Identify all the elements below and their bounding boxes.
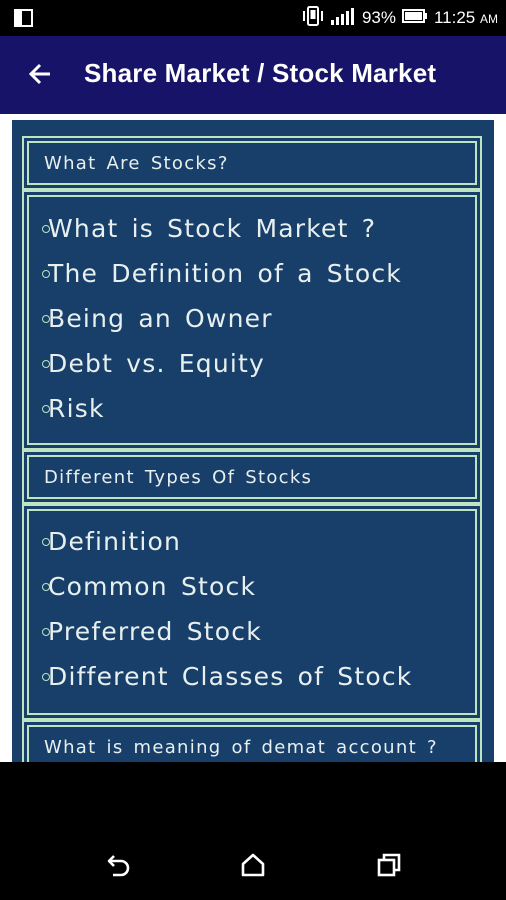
content-area[interactable]: What Are Stocks? What is Stock Market ? … [0, 114, 506, 762]
recents-icon[interactable] [376, 852, 402, 882]
bullet-icon [42, 360, 50, 368]
topic-item-debt-vs-equity[interactable]: Debt vs. Equity [42, 342, 266, 386]
topic-item-being-an-owner[interactable]: Being an Owner [42, 297, 273, 341]
topic-item-label: Risk [48, 394, 105, 423]
battery-percent: 93% [361, 8, 396, 27]
topic-item-different-classes-of-stock[interactable]: Different Classes of Stock [42, 655, 413, 699]
status-bar: 93% 11:25 AM [0, 0, 506, 36]
navigation-bar [0, 762, 506, 900]
page-title: Share Market / Stock Market [84, 58, 437, 88]
topic-item-label: What is Stock Market ? [48, 214, 377, 243]
clock-time: 11:25 [433, 8, 476, 27]
section-list-what-are-stocks: What is Stock Market ? The Definition of… [22, 190, 482, 450]
bullet-icon [42, 315, 50, 323]
notification-icon [14, 9, 34, 32]
section-header-different-types-of-stocks[interactable]: Different Types Of Stocks [22, 450, 482, 504]
bullet-icon [42, 673, 50, 681]
app-bar: Share Market / Stock Market [0, 36, 506, 114]
section-header-text: Different Types Of Stocks [44, 467, 313, 488]
bullet-icon [42, 225, 50, 233]
topics-panel: What Are Stocks? What is Stock Market ? … [12, 120, 494, 762]
back-icon[interactable] [106, 852, 132, 882]
topic-item-label: Preferred Stock [48, 617, 262, 646]
topic-item-definition-of-stock[interactable]: The Definition of a Stock [42, 252, 402, 296]
section-list-different-types-of-stocks: Definition Common Stock Preferred Stock … [22, 504, 482, 720]
topic-item-definition[interactable]: Definition [42, 520, 182, 564]
topic-item-risk[interactable]: Risk [42, 387, 105, 431]
topic-item-label: Being an Owner [48, 304, 273, 333]
bullet-icon [42, 538, 50, 546]
section-header-demat-account[interactable]: What is meaning of demat account ? [22, 720, 482, 762]
vibrate-icon [302, 5, 324, 31]
clock: 11:25 AM [434, 8, 498, 28]
bullet-icon [42, 628, 50, 636]
section-header-what-are-stocks[interactable]: What Are Stocks? [22, 136, 482, 190]
section-header-text: What Are Stocks? [44, 153, 229, 174]
bullet-icon [42, 270, 50, 278]
topic-item-label: Common Stock [48, 572, 257, 601]
topic-item-common-stock[interactable]: Common Stock [42, 565, 257, 609]
topic-item-label: Debt vs. Equity [48, 349, 266, 378]
bullet-icon [42, 405, 50, 413]
arrow-left-icon[interactable] [28, 62, 52, 90]
clock-ampm: AM [480, 12, 498, 26]
topic-item-preferred-stock[interactable]: Preferred Stock [42, 610, 262, 654]
home-icon[interactable] [240, 852, 266, 882]
topic-item-label: Definition [48, 527, 182, 556]
topic-item-label: The Definition of a Stock [48, 259, 402, 288]
battery-icon [401, 8, 428, 29]
topic-item-label: Different Classes of Stock [48, 662, 413, 691]
section-header-text: What is meaning of demat account ? [44, 737, 438, 758]
bullet-icon [42, 583, 50, 591]
topic-item-what-is-stock-market[interactable]: What is Stock Market ? [42, 207, 377, 251]
signal-icon [330, 7, 356, 30]
